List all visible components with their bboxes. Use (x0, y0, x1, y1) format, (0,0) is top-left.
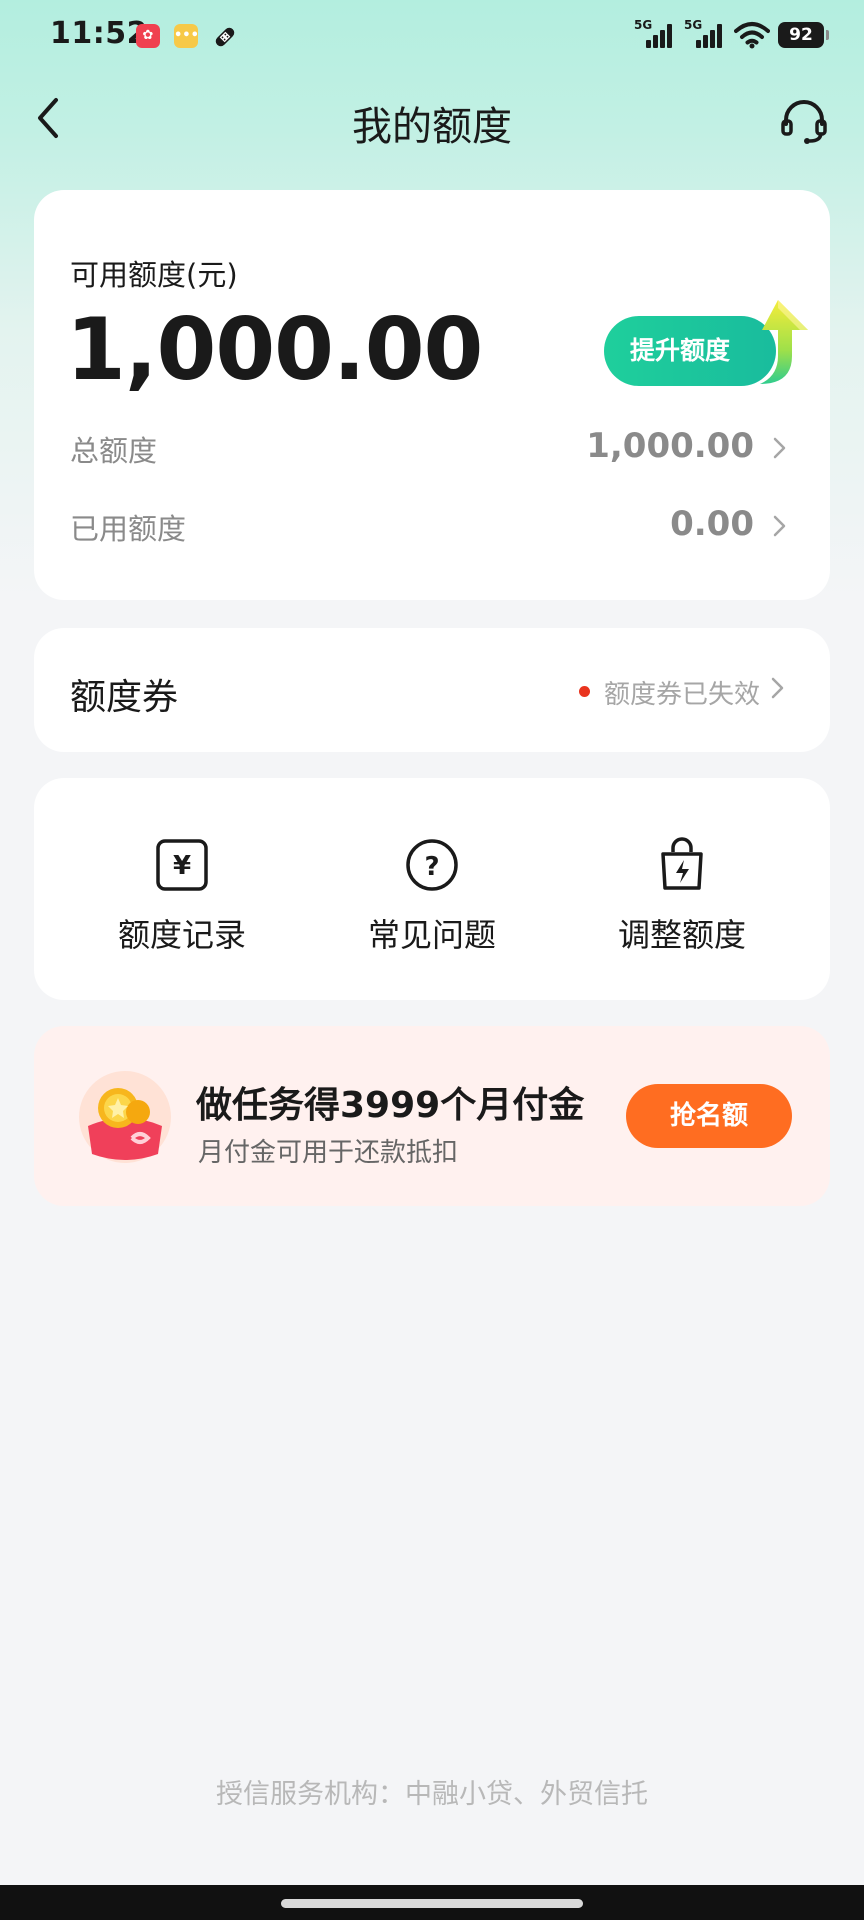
total-credit-label: 总额度 (70, 434, 158, 468)
question-icon: ? (406, 839, 458, 891)
faq-button[interactable]: ? 常见问题 (332, 836, 532, 966)
alert-dot-icon (579, 686, 590, 697)
chevron-right-icon (773, 437, 786, 459)
signal-5g-icon: 5G (684, 18, 726, 50)
bandage-icon (215, 27, 235, 47)
used-credit-label: 已用额度 (70, 512, 187, 546)
status-indicators: 5G 5G 92 (634, 18, 829, 52)
yen-record-icon: ¥ (156, 839, 208, 891)
credit-provider-note: 授信服务机构：中融小贷、外贸信托 (216, 1779, 648, 1810)
used-credit-row[interactable]: 已用额度 0.00 (70, 500, 794, 550)
gold-coin-red-envelope-icon (79, 1071, 171, 1163)
promo-banner[interactable]: 做任务得3999个月付金 月付金可用于还款抵扣 抢名额 (34, 1026, 830, 1206)
status-time: 11:52 (50, 16, 148, 51)
available-credit-amount: 1,000.00 (66, 300, 483, 400)
status-bar: 11:52 ✿ ••• 5G 5G 92 (0, 0, 864, 70)
wifi-icon (734, 22, 770, 49)
nav-bar: 我的额度 (0, 80, 864, 156)
svg-text:¥: ¥ (173, 851, 191, 881)
promo-subtitle: 月付金可用于还款抵扣 (198, 1138, 459, 1168)
credit-record-label: 额度记录 (117, 916, 246, 954)
coupon-title: 额度券 (70, 677, 179, 718)
signal-5g-icon: 5G (634, 18, 676, 50)
chevron-right-icon (773, 515, 786, 537)
message-app-icon: ••• (174, 24, 199, 48)
credit-coupon-card[interactable]: 额度券 额度券已失效 (34, 628, 830, 752)
up-arrow-icon (760, 300, 808, 384)
adjust-credit-button[interactable]: 调整额度 (582, 836, 782, 966)
system-nav-bar (0, 1885, 864, 1920)
chevron-right-icon (771, 677, 784, 699)
faq-label: 常见问题 (367, 916, 496, 954)
credit-record-button[interactable]: ¥ 额度记录 (82, 836, 282, 966)
grab-spot-button[interactable]: 抢名额 (626, 1084, 792, 1148)
notification-app-icon: ✿ (136, 24, 160, 48)
adjust-credit-label: 调整额度 (617, 916, 746, 954)
coupon-status: 额度券已失效 (603, 680, 760, 710)
raise-credit-button[interactable]: 提升额度 (604, 300, 808, 386)
available-credit-label: 可用额度(元) (70, 258, 238, 292)
shopping-bag-bolt-icon (661, 837, 703, 890)
page-title: 我的额度 (352, 104, 512, 150)
svg-text:?: ? (424, 852, 439, 882)
home-indicator[interactable] (281, 1899, 583, 1908)
credit-summary-card: 可用额度(元) 1,000.00 提升额度 总额度 1,000.00 已用额度 … (34, 190, 830, 600)
total-credit-row[interactable]: 总额度 1,000.00 (70, 422, 794, 472)
promo-title: 做任务得3999个月付金 (196, 1085, 585, 1126)
total-credit-value: 1,000.00 (586, 426, 754, 466)
battery-icon: 92 (778, 22, 829, 48)
used-credit-value: 0.00 (670, 504, 754, 544)
quick-actions-card: ¥ 额度记录 ? 常见问题 调整额度 (34, 778, 830, 1000)
customer-service-headset-icon[interactable] (778, 94, 830, 146)
